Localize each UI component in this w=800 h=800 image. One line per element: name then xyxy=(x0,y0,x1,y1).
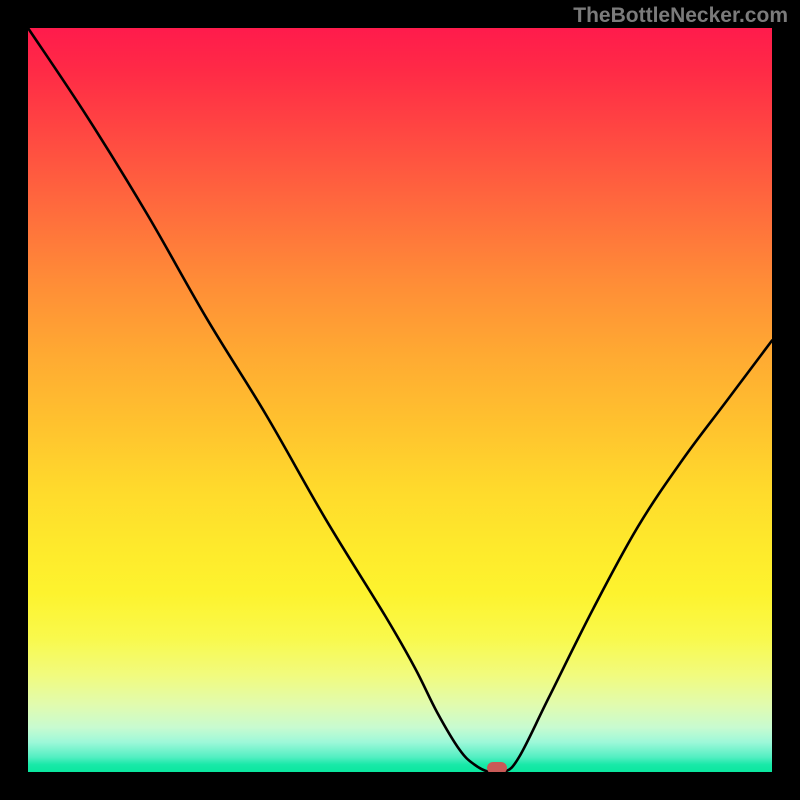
bottleneck-curve xyxy=(28,28,772,772)
chart-frame: TheBottleNecker.com xyxy=(0,0,800,800)
optimal-marker xyxy=(487,762,507,772)
watermark-text: TheBottleNecker.com xyxy=(573,4,788,28)
plot-area xyxy=(28,28,772,772)
